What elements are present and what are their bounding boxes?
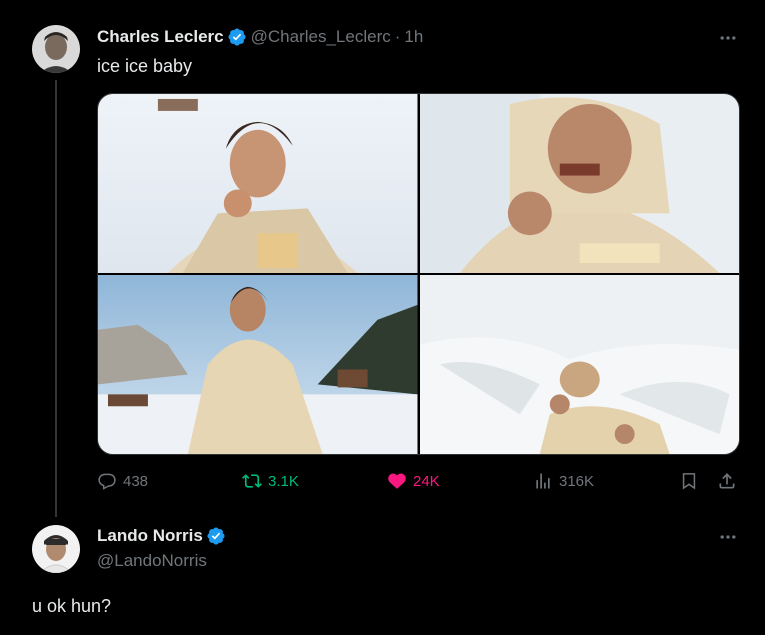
avatar-image [32, 525, 80, 573]
reply-button[interactable]: 438 [97, 471, 148, 491]
like-button[interactable]: 24K [387, 471, 440, 491]
more-options-icon[interactable] [716, 26, 740, 50]
photo-1[interactable] [98, 94, 418, 273]
verified-badge-icon [207, 527, 225, 545]
photo-4[interactable] [419, 275, 739, 454]
bookmark-icon [682, 473, 696, 490]
tweet-text: ice ice baby [97, 56, 193, 76]
tweet-header: Charles Leclerc @Charles_Leclerc · 1h [97, 27, 423, 47]
thread-connector-line [55, 80, 57, 517]
retweet-count: 3.1K [268, 472, 299, 490]
retweet-button[interactable]: 3.1K [242, 471, 299, 491]
retweet-icon [242, 474, 262, 488]
views-count: 316K [559, 472, 595, 490]
reply-count: 438 [123, 472, 149, 490]
bookmark-button[interactable] [679, 471, 705, 491]
reply-icon [98, 473, 116, 490]
reply-author-name[interactable]: Lando Norris [97, 526, 203, 546]
like-count: 24K [413, 472, 440, 490]
heart-icon [388, 473, 406, 489]
analytics-icon [536, 473, 550, 489]
author-handle[interactable]: @Charles_Leclerc [251, 27, 391, 47]
photo-3[interactable] [98, 275, 418, 454]
share-icon [719, 473, 735, 489]
avatar-lando[interactable] [32, 525, 80, 573]
photo-2[interactable] [419, 94, 739, 273]
media-grid [97, 93, 740, 455]
reply-header: Lando Norris [97, 526, 226, 546]
reply-more-options-icon[interactable] [716, 525, 740, 549]
avatar-charles[interactable] [32, 25, 80, 73]
separator-dot: · [394, 27, 401, 46]
reply-text: u ok hun? [32, 596, 112, 616]
avatar-image [32, 25, 80, 73]
reply-author-handle[interactable]: @LandoNorris [97, 551, 207, 571]
timestamp[interactable]: 1h [404, 27, 423, 47]
share-button[interactable] [717, 471, 743, 491]
views-button[interactable]: 316K [533, 471, 594, 491]
author-name[interactable]: Charles Leclerc [97, 27, 224, 47]
verified-badge-icon [228, 28, 246, 46]
tweet-actions-bar: 438 3.1K 24K 316K [97, 471, 740, 495]
